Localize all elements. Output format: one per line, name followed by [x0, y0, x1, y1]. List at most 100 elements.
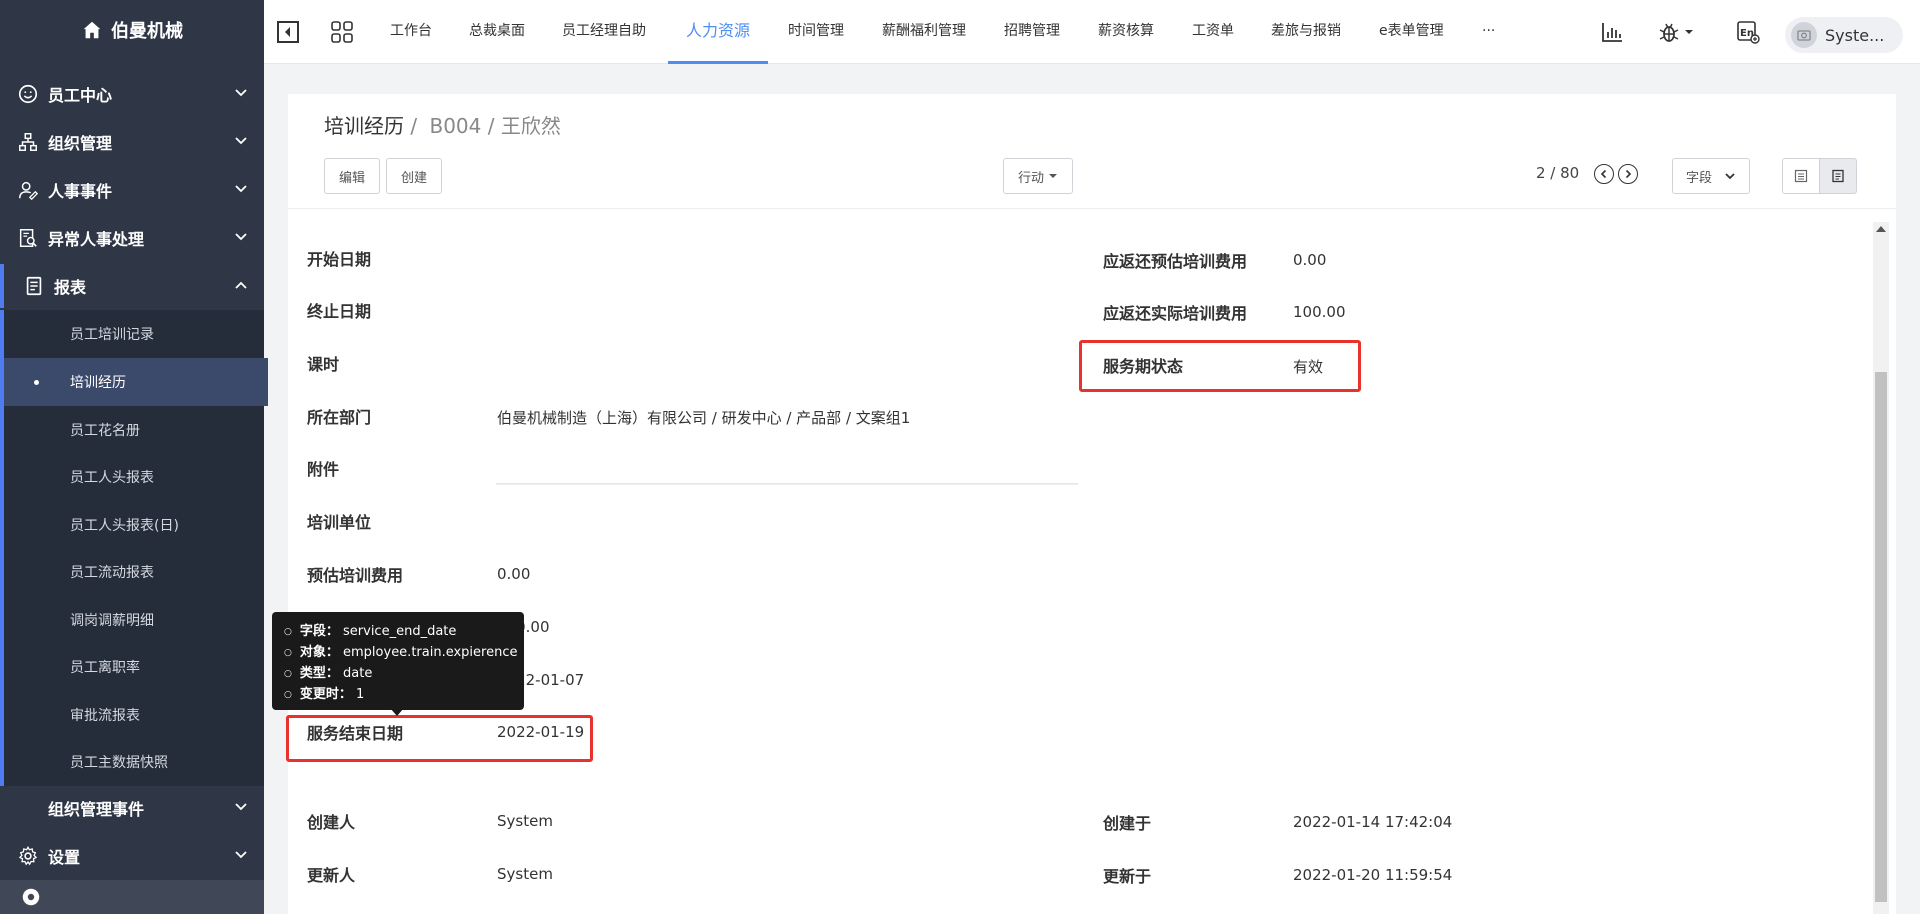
- sidebar-menu-org-management[interactable]: 组织管理: [0, 120, 264, 164]
- list-view-toggle[interactable]: [1782, 158, 1820, 194]
- action-dropdown[interactable]: 行动: [1003, 158, 1073, 194]
- sidebar-menu-label: 组织管理事件: [48, 800, 145, 819]
- field-value-created-by: System: [497, 812, 553, 830]
- sidebar-menu-label: 报表: [54, 278, 87, 297]
- tab-ceo-desktop[interactable]: 总裁桌面: [469, 0, 525, 64]
- sidebar-menu-org-events[interactable]: 组织管理事件: [0, 786, 264, 830]
- sidebar-menu-abnormal-hr[interactable]: 异常人事处理: [0, 216, 264, 260]
- tab-time-management[interactable]: 时间管理: [788, 0, 844, 64]
- previous-record-icon[interactable]: [1594, 164, 1614, 184]
- tab-travel-expense[interactable]: 差旅与报销: [1271, 0, 1341, 64]
- sidebar-item-transfer-salary-details[interactable]: 调岗调薪明细: [4, 596, 268, 644]
- record-card: 培训经历 / B004 / 王欣然 编辑 创建 行动 2 / 80 字段 开始日…: [286, 94, 1896, 914]
- chevron-down-icon: [235, 137, 247, 145]
- reports-submenu: 员工培训记录 培训经历 员工花名册 员工人头报表 员工人头报表(日) 员工流动报…: [0, 310, 268, 786]
- brand[interactable]: 伯曼机械: [0, 0, 264, 60]
- debug-bug-icon[interactable]: [1658, 20, 1698, 44]
- vertical-scrollbar[interactable]: [1873, 222, 1889, 914]
- tooltip-arrow: [390, 708, 404, 716]
- tab-human-resources[interactable]: 人力资源: [668, 0, 769, 64]
- selected-dot: [34, 380, 39, 385]
- chevron-down-icon: [235, 803, 247, 811]
- tab-payslip[interactable]: 工资单: [1192, 0, 1234, 64]
- tab-payroll[interactable]: 薪资核算: [1098, 0, 1154, 64]
- report-icon: [22, 274, 46, 298]
- sidebar-menu-settings[interactable]: 设置: [0, 834, 264, 878]
- language-en-icon[interactable]: En: [1736, 20, 1760, 44]
- form-view-toggle[interactable]: [1819, 158, 1857, 194]
- sub-item-label: 员工流动报表: [70, 565, 154, 581]
- create-button[interactable]: 创建: [386, 158, 442, 194]
- tooltip-row: 变更时： 1: [284, 685, 512, 706]
- sub-item-label: 员工人头报表(日): [70, 518, 179, 534]
- highlight-service-end-date: [286, 715, 593, 762]
- document-search-icon: [16, 226, 40, 250]
- brand-name: 伯曼机械: [111, 21, 183, 42]
- field-value-created-at: 2022-01-14 17:42:04: [1293, 813, 1453, 831]
- field-value-estimated-training-cost: 0.00: [497, 565, 531, 583]
- tab-eform-management[interactable]: e表单管理: [1379, 0, 1444, 64]
- sidebar-item-turnover-report[interactable]: 员工流动报表: [4, 548, 268, 596]
- sidebar-item-approval-report[interactable]: 审批流报表: [4, 691, 268, 739]
- field-value-refund-actual-cost: 100.00: [1293, 303, 1346, 321]
- scroll-thumb[interactable]: [1875, 372, 1887, 902]
- sidebar-item-employee-training-records[interactable]: 员工培训记录: [4, 310, 268, 358]
- tooltip-row: 字段： service_end_date: [284, 622, 512, 643]
- settings-gear-icon[interactable]: [20, 886, 42, 908]
- chevron-down-icon: [235, 185, 247, 193]
- bar-chart-icon[interactable]: [1600, 20, 1624, 44]
- apps-grid-icon[interactable]: [330, 20, 354, 44]
- tooltip-key: 变更时：: [299, 687, 352, 702]
- tab-employee-manager-self-service[interactable]: 员工经理自助: [562, 0, 646, 64]
- sidebar-footer: [0, 880, 264, 914]
- home-icon: [83, 21, 101, 39]
- field-label-created-at: 创建于: [1103, 814, 1152, 833]
- tab-recruitment[interactable]: 招聘管理: [1004, 0, 1060, 64]
- user-menu[interactable]: Syste...: [1785, 17, 1903, 53]
- tooltip-key: 字段：: [299, 624, 339, 639]
- collapse-sidebar-icon[interactable]: [276, 20, 300, 44]
- field-label-refund-estimated-cost: 应返还预估培训费用: [1103, 252, 1248, 271]
- tooltip-value: date: [343, 666, 373, 681]
- sub-item-label: 员工离职率: [70, 660, 140, 676]
- tooltip-row: 对象： employee.train.expierence: [284, 643, 518, 664]
- sidebar: 伯曼机械 员工中心 组织管理 人事事件 异常人事处理 报表 员工培训记录 培训经…: [0, 0, 268, 914]
- sidebar-menu-label: 人事事件: [48, 182, 113, 201]
- sidebar-item-attrition-rate[interactable]: 员工离职率: [4, 643, 268, 691]
- chevron-up-icon: [235, 281, 247, 289]
- sidebar-menu-employee-center[interactable]: 员工中心: [0, 72, 264, 116]
- sidebar-item-master-data-snapshot[interactable]: 员工主数据快照: [4, 738, 268, 786]
- sidebar-item-headcount-report[interactable]: 员工人头报表: [4, 453, 268, 501]
- tab-workbench[interactable]: 工作台: [390, 0, 432, 64]
- tooltip-row: 类型： date: [284, 664, 512, 685]
- scroll-up-arrow-icon[interactable]: [1876, 226, 1886, 232]
- edit-button[interactable]: 编辑: [324, 158, 380, 194]
- sidebar-menu-reports[interactable]: 报表: [0, 264, 264, 308]
- tab-more[interactable]: ···: [1482, 0, 1495, 64]
- field-label-updated-by: 更新人: [307, 866, 356, 885]
- breadcrumb: 培训经历 / B004 / 王欣然: [324, 110, 561, 139]
- sidebar-item-employee-roster[interactable]: 员工花名册: [4, 406, 268, 454]
- sidebar-item-headcount-report-daily[interactable]: 员工人头报表(日): [4, 501, 268, 549]
- field-value-department: 伯曼机械制造（上海）有限公司 / 研发中心 / 产品部 / 文案组1: [497, 409, 911, 427]
- org-chart-icon: [16, 130, 40, 154]
- sub-item-label: 调岗调薪明细: [70, 613, 154, 629]
- sidebar-menu-hr-events[interactable]: 人事事件: [0, 168, 264, 212]
- avatar: [1791, 22, 1817, 48]
- breadcrumb-root-link[interactable]: 培训经历: [324, 114, 404, 138]
- field-label-refund-actual-cost: 应返还实际培训费用: [1103, 304, 1248, 323]
- sub-item-label: 员工花名册: [70, 423, 140, 439]
- next-record-icon[interactable]: [1618, 164, 1638, 184]
- form-icon: [1832, 169, 1844, 183]
- sub-item-label: 员工主数据快照: [70, 755, 168, 771]
- sub-item-label: 培训经历: [70, 375, 126, 391]
- tooltip-value: 1: [356, 687, 365, 702]
- fields-dropdown[interactable]: 字段: [1672, 158, 1750, 194]
- field-info-tooltip: 字段： service_end_date 对象： employee.train.…: [272, 612, 524, 710]
- user-edit-icon: [16, 178, 40, 202]
- user-name: Syste...: [1825, 25, 1885, 45]
- sidebar-item-training-experience[interactable]: 培训经历: [4, 358, 268, 406]
- field-label-start-date: 开始日期: [307, 250, 372, 269]
- attachment-field[interactable]: [496, 483, 1078, 485]
- tab-compensation-benefits[interactable]: 薪酬福利管理: [882, 0, 966, 64]
